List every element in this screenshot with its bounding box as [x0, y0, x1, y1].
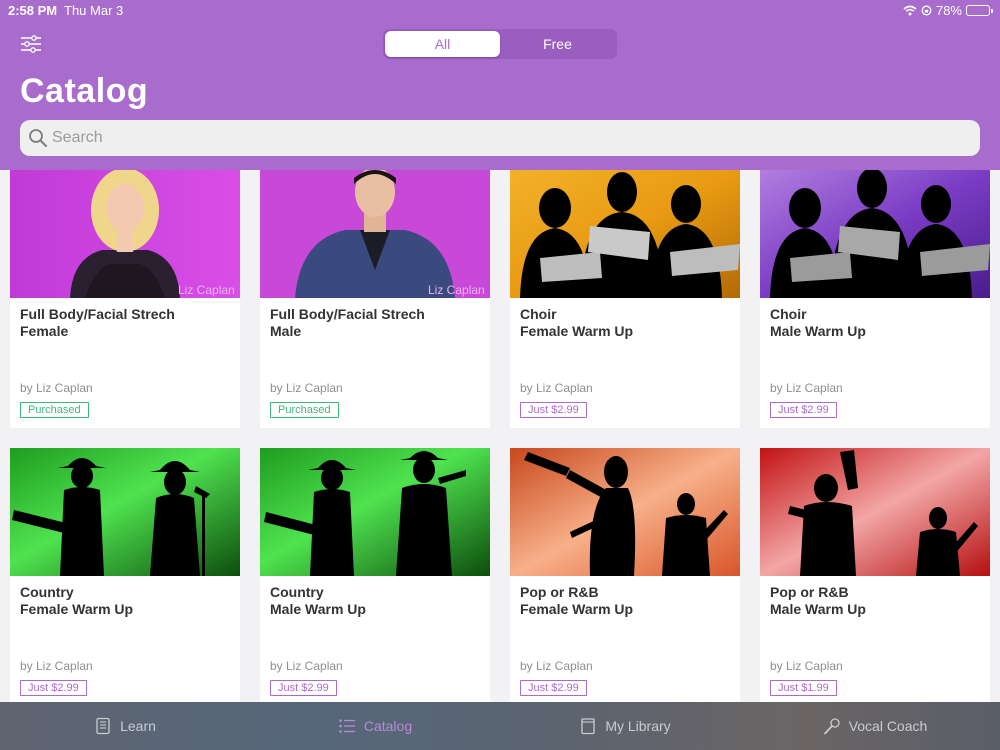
tab-label: My Library: [605, 718, 671, 734]
catalog-grid: Liz Caplan Full Body/Facial Strech Female…: [10, 170, 990, 702]
catalog-card[interactable]: Country Male Warm Up by Liz Caplan Just $…: [260, 448, 490, 702]
battery-icon: [966, 5, 993, 16]
card-watermark: Liz Caplan: [428, 283, 485, 297]
card-author: by Liz Caplan: [770, 659, 843, 673]
catalog-card[interactable]: Country Female Warm Up by Liz Caplan Just…: [10, 448, 240, 702]
card-thumbnail: [510, 448, 740, 576]
wifi-icon: [903, 5, 917, 16]
catalog-card[interactable]: Pop or R&B Male Warm Up by Liz Caplan Jus…: [760, 448, 990, 702]
card-author: by Liz Caplan: [270, 659, 343, 673]
price-badge[interactable]: Just $2.99: [20, 680, 87, 696]
card-thumbnail: [760, 170, 990, 298]
header: 2:58 PM Thu Mar 3 78% All Free Catalog: [0, 0, 1000, 170]
tab-vocal-coach[interactable]: Vocal Coach: [750, 702, 1000, 750]
card-title: Country Male Warm Up: [270, 584, 366, 617]
tab-label: Vocal Coach: [848, 718, 928, 734]
card-title: Country Female Warm Up: [20, 584, 134, 617]
card-author: by Liz Caplan: [20, 659, 93, 673]
card-title: Pop or R&B Male Warm Up: [770, 584, 866, 617]
status-time: 2:58 PM: [8, 3, 58, 18]
purchased-badge[interactable]: Purchased: [20, 402, 89, 418]
tab-label: Learn: [120, 718, 156, 734]
card-thumbnail: [510, 170, 740, 298]
status-indicators: 78%: [903, 3, 993, 18]
status-bar: 2:58 PM Thu Mar 3 78%: [0, 2, 1000, 20]
card-title: Full Body/Facial Strech Male: [270, 306, 425, 339]
tab-bar: Learn Catalog My Library Vocal Coach: [0, 702, 1000, 750]
page-title: Catalog: [20, 72, 149, 110]
card-thumbnail: Liz Caplan: [10, 170, 240, 298]
catalog-card[interactable]: Liz Caplan Full Body/Facial Strech Female…: [10, 170, 240, 428]
list-icon: [339, 719, 355, 733]
purchased-badge[interactable]: Purchased: [270, 402, 339, 418]
search-icon: [29, 129, 47, 147]
segmented-control: All Free: [383, 29, 617, 59]
card-author: by Liz Caplan: [270, 381, 343, 395]
card-thumbnail: [260, 448, 490, 576]
price-badge[interactable]: Just $2.99: [270, 680, 337, 696]
segment-all[interactable]: All: [385, 31, 500, 57]
battery-percent: 78%: [935, 3, 962, 18]
segment-free[interactable]: Free: [500, 31, 615, 57]
search-input[interactable]: [52, 129, 952, 147]
card-thumbnail: [10, 448, 240, 576]
card-title: Choir Male Warm Up: [770, 306, 866, 339]
price-badge[interactable]: Just $2.99: [770, 402, 837, 418]
card-title: Choir Female Warm Up: [520, 306, 634, 339]
book-icon: [96, 717, 110, 735]
status-date: Thu Mar 3: [64, 3, 124, 18]
catalog-card[interactable]: Pop or R&B Female Warm Up by Liz Caplan J…: [510, 448, 740, 702]
price-badge[interactable]: Just $1.99: [770, 680, 837, 696]
filter-icon[interactable]: [20, 34, 42, 54]
tab-label: Catalog: [363, 718, 413, 734]
catalog-card[interactable]: Liz Caplan Full Body/Facial Strech Male b…: [260, 170, 490, 428]
lock-rotation-icon: [921, 5, 932, 16]
price-badge[interactable]: Just $2.99: [520, 402, 587, 418]
microphone-icon: [823, 718, 840, 735]
tab-learn[interactable]: Learn: [0, 702, 250, 750]
search-bar[interactable]: [20, 120, 980, 156]
tab-catalog[interactable]: Catalog: [250, 702, 500, 750]
card-author: by Liz Caplan: [520, 659, 593, 673]
library-icon: [581, 718, 595, 735]
card-thumbnail: Liz Caplan: [260, 170, 490, 298]
card-title: Full Body/Facial Strech Female: [20, 306, 175, 339]
card-thumbnail: [760, 448, 990, 576]
card-watermark: Liz Caplan: [178, 283, 235, 297]
catalog-card[interactable]: Choir Male Warm Up by Liz Caplan Just $2.…: [760, 170, 990, 428]
catalog-card[interactable]: Choir Female Warm Up by Liz Caplan Just $…: [510, 170, 740, 428]
price-badge[interactable]: Just $2.99: [520, 680, 587, 696]
card-author: by Liz Caplan: [20, 381, 93, 395]
card-author: by Liz Caplan: [770, 381, 843, 395]
card-author: by Liz Caplan: [520, 381, 593, 395]
tab-my-library[interactable]: My Library: [500, 702, 750, 750]
card-title: Pop or R&B Female Warm Up: [520, 584, 634, 617]
